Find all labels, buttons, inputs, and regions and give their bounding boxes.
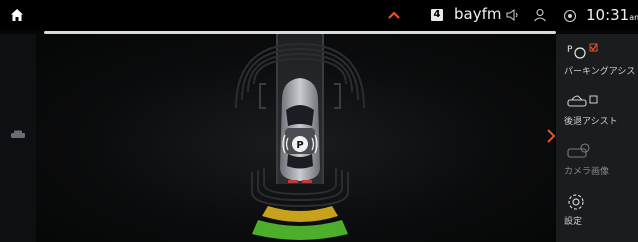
reverse-assist-icon	[567, 95, 598, 107]
car-side-icon[interactable]	[10, 129, 26, 141]
left-strip	[0, 34, 36, 242]
rear-warning-green	[252, 220, 348, 240]
station-number-badge: 4	[431, 9, 443, 21]
menu-item-label: 後退アシスト	[564, 117, 618, 127]
station-name: bayfm	[454, 5, 502, 23]
home-icon[interactable]	[10, 8, 24, 22]
menu-item-label: カメラ画像	[564, 167, 610, 177]
user-icon	[534, 8, 546, 22]
menu-item-reverse-assist[interactable]: 後退アシスト	[556, 88, 638, 138]
settings-icon	[568, 194, 584, 210]
car-top-view	[280, 78, 320, 183]
menu-item-camera-view[interactable]: カメラ画像	[556, 138, 638, 188]
parking-view: P	[36, 34, 555, 242]
parking-graphic: P	[235, 34, 365, 240]
clock: 10:31am	[586, 6, 638, 24]
next-view-arrow-icon[interactable]	[546, 128, 556, 144]
chevron-up-icon[interactable]	[386, 7, 402, 23]
clock-time: 10:31	[586, 6, 630, 24]
svg-text:P: P	[567, 45, 573, 55]
menu-item-label: パーキングアシス	[564, 67, 636, 77]
menu-item-settings[interactable]: 設定	[556, 188, 638, 238]
parking-assist-icon: P	[567, 43, 598, 59]
rear-warning-yellow	[262, 206, 338, 222]
svg-text:P: P	[296, 140, 303, 151]
status-bar: 4 bayfm 10:31am	[0, 0, 638, 30]
clock-ampm: am	[629, 13, 638, 22]
camera-view-icon	[567, 143, 590, 158]
menu-item-parking-assist[interactable]: P パーキングアシス	[556, 38, 638, 88]
parking-screen: 4 bayfm 10:31am	[0, 0, 638, 242]
connected-drive-icon	[563, 9, 577, 23]
menu-item-label: 設定	[564, 217, 583, 227]
assist-menu: P パーキングアシス 後退アシスト カメラ画像 設定	[556, 34, 638, 242]
speaker-icon	[506, 9, 518, 21]
